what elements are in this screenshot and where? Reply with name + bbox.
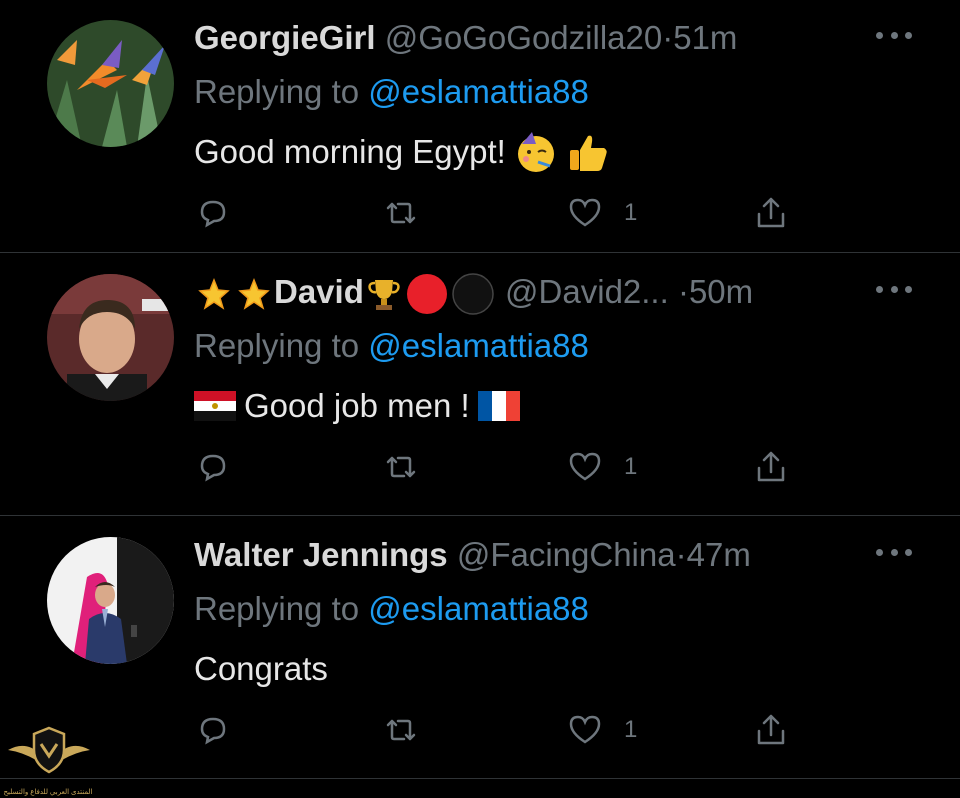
display-name[interactable]: GeorgieGirl <box>194 19 376 56</box>
user-handle[interactable]: @GoGoGodzilla20 <box>385 19 662 56</box>
heart-icon <box>569 452 601 481</box>
mention-link[interactable]: @eslamattia88 <box>368 327 589 364</box>
mention-link[interactable]: @eslamattia88 <box>368 590 589 627</box>
tweet-text-content: Congrats <box>194 650 328 687</box>
tweet-header: Walter Jennings @FacingChina·47m <box>194 533 920 577</box>
tweet[interactable]: GeorgieGirl @GoGoGodzilla20·51m Replying… <box>0 0 960 263</box>
like-count: 1 <box>624 716 638 743</box>
timestamp[interactable]: 47m <box>687 536 751 573</box>
tweet-text: Good job men ! <box>194 384 520 428</box>
user-handle[interactable]: @FacingChina <box>457 536 676 573</box>
retweet-button[interactable] <box>382 447 440 487</box>
reply-icon <box>200 454 226 482</box>
like-button[interactable]: 1 <box>566 710 637 750</box>
retweet-button[interactable] <box>382 193 440 233</box>
glowing-star-emoji <box>234 274 274 314</box>
reply-button[interactable] <box>194 710 252 750</box>
replying-to: Replying to @eslamattia88 <box>194 324 589 368</box>
replying-to: Replying to @eslamattia88 <box>194 587 589 631</box>
tweet[interactable]: Walter Jennings @FacingChina·47m Replyin… <box>0 517 960 780</box>
reply-icon <box>200 717 226 745</box>
trophy-emoji <box>364 274 404 314</box>
replying-to: Replying to @eslamattia88 <box>194 70 589 114</box>
display-name[interactable]: David <box>274 273 364 310</box>
like-button[interactable]: 1 <box>566 193 637 233</box>
more-options-icon[interactable] <box>876 274 912 304</box>
tweet-divider <box>0 778 960 779</box>
egypt-flag-emoji <box>194 391 236 421</box>
tweet-divider <box>0 515 960 516</box>
more-options-icon[interactable] <box>876 537 912 567</box>
share-icon <box>757 714 785 745</box>
separator-dot: · <box>677 273 689 310</box>
retweet-button[interactable] <box>382 710 440 750</box>
shield-eagle-logo <box>6 720 92 796</box>
like-count: 1 <box>624 199 638 226</box>
thumbs-up-emoji <box>566 130 610 174</box>
tweet-header: GeorgieGirl @GoGoGodzilla20·51m <box>194 16 920 60</box>
like-count: 1 <box>624 453 638 480</box>
separator-dot: · <box>662 19 674 56</box>
reply-icon <box>200 200 226 228</box>
more-options-icon[interactable] <box>876 20 912 50</box>
share-button[interactable] <box>752 447 790 487</box>
reply-button[interactable] <box>194 193 252 233</box>
retweet-icon <box>386 202 416 224</box>
tweet-text-content: Good job men ! <box>244 387 470 424</box>
heart-icon <box>569 198 601 227</box>
timestamp[interactable]: 51m <box>673 19 737 56</box>
tweet-header: David @David2... ·50m <box>194 270 920 317</box>
timestamp[interactable]: 50m <box>689 273 753 310</box>
avatar[interactable] <box>47 20 174 147</box>
replying-label: Replying to <box>194 327 360 364</box>
retweet-icon <box>386 456 416 478</box>
separator-dot: · <box>675 536 687 573</box>
share-button[interactable] <box>752 193 790 233</box>
tweet-actions: 1 <box>194 447 794 487</box>
replying-label: Replying to <box>194 73 360 110</box>
heart-icon <box>569 715 601 744</box>
share-button[interactable] <box>752 710 790 750</box>
watermark-text: المنتدى العربي للدفاع والتسليح <box>3 789 93 796</box>
tweet-actions: 1 <box>194 193 794 233</box>
user-handle[interactable]: @David2... <box>505 273 669 310</box>
red-circle-emoji <box>404 271 450 317</box>
like-button[interactable]: 1 <box>566 447 637 487</box>
tweet-divider <box>0 252 960 253</box>
share-icon <box>757 197 785 228</box>
tweet-text: Good morning Egypt! <box>194 130 610 174</box>
partying-face-emoji <box>514 130 558 174</box>
tweet-actions: 1 <box>194 710 794 750</box>
display-name[interactable]: Walter Jennings <box>194 536 448 573</box>
retweet-icon <box>386 719 416 741</box>
tweet-text: Congrats <box>194 647 328 691</box>
tweet-text-content: Good morning Egypt! <box>194 133 506 170</box>
avatar[interactable] <box>47 537 174 664</box>
reply-button[interactable] <box>194 447 252 487</box>
avatar[interactable] <box>47 274 174 401</box>
tweet[interactable]: David @David2... ·50m Replying to @eslam… <box>0 254 960 517</box>
glowing-star-emoji <box>194 274 234 314</box>
black-circle-emoji <box>450 271 496 317</box>
france-flag-emoji <box>477 391 520 421</box>
share-icon <box>757 451 785 482</box>
replying-label: Replying to <box>194 590 360 627</box>
mention-link[interactable]: @eslamattia88 <box>368 73 589 110</box>
